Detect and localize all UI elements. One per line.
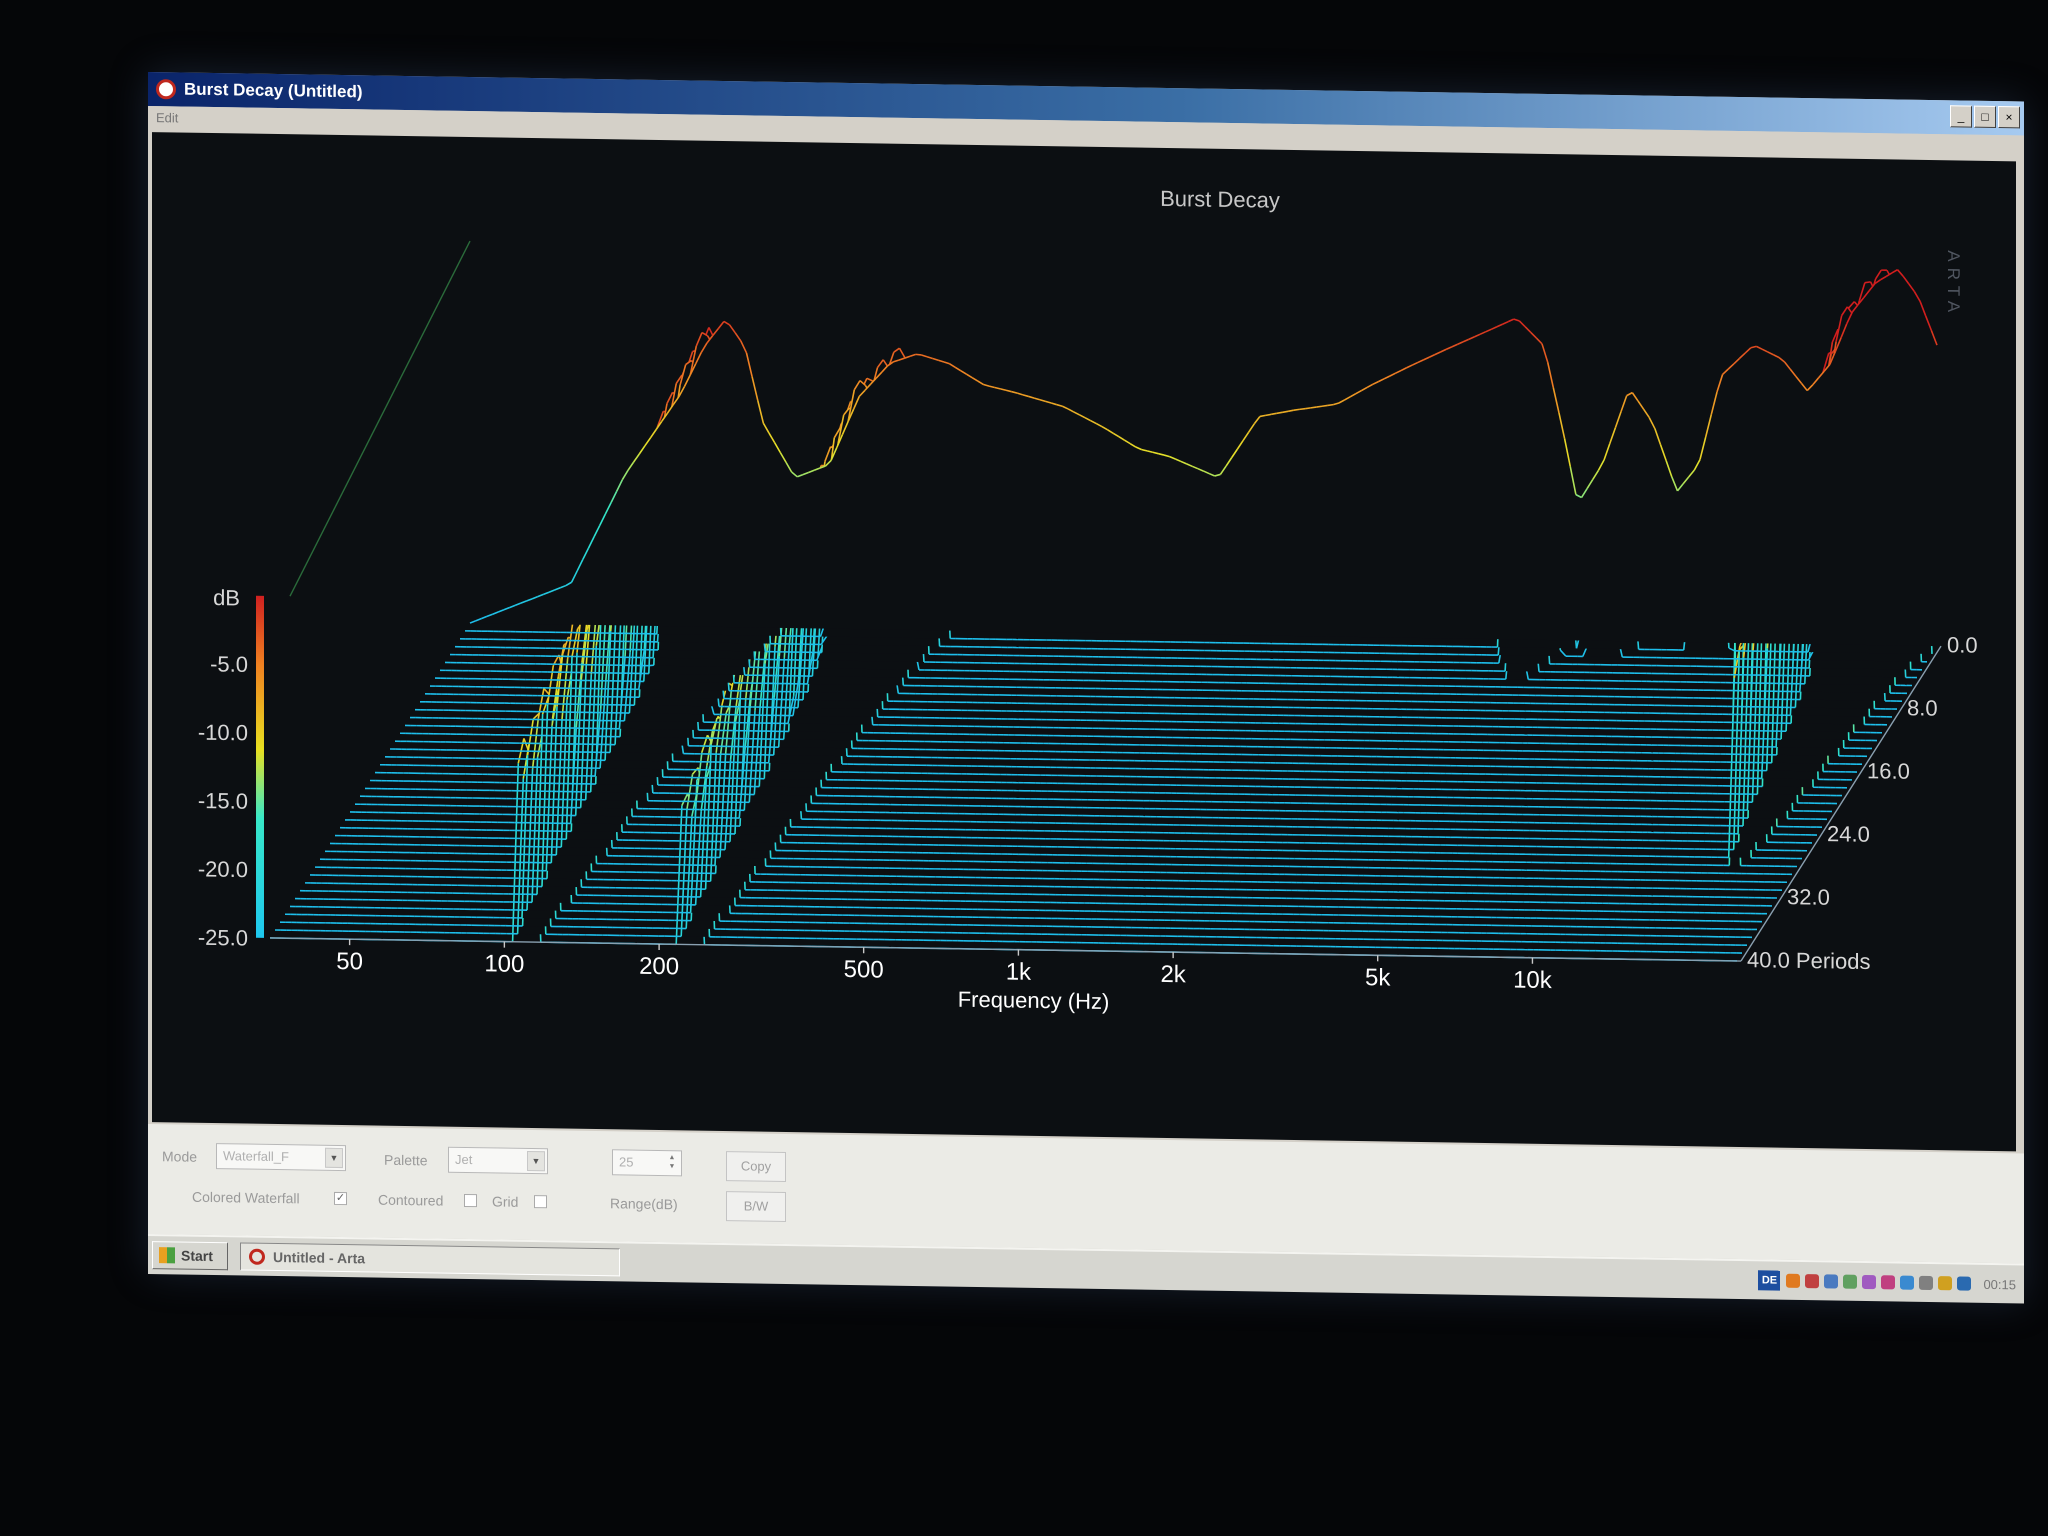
arta-app-icon	[156, 79, 176, 100]
db-color-scale	[256, 595, 264, 938]
close-button[interactable]: ×	[1998, 106, 2020, 129]
arta-window: Burst Decay (Untitled) _ □ × Edit Burst …	[148, 72, 2024, 1304]
window-controls: _ □ ×	[1950, 105, 2020, 129]
slice-fill	[275, 735, 1742, 954]
window-title: Burst Decay (Untitled)	[184, 79, 363, 102]
maximize-button[interactable]: □	[1974, 105, 1996, 129]
arta-watermark: ARTA	[1944, 250, 1963, 318]
minimize-button[interactable]: _	[1950, 105, 1972, 128]
menu-edit[interactable]: Edit	[156, 110, 178, 125]
slice-fill	[270, 738, 1737, 961]
burst-decay-plot: Burst Decay ARTA 50 100 200 500 1k 2k 5k 10k Fre…	[152, 132, 2016, 1152]
chart-title: Burst Decay	[1160, 186, 1280, 213]
waterfall-chart: Burst Decay ARTA 50 100 200 500 1k 2k 5k 10kFre…	[198, 186, 1978, 1014]
waterfall-slices	[270, 268, 1938, 962]
